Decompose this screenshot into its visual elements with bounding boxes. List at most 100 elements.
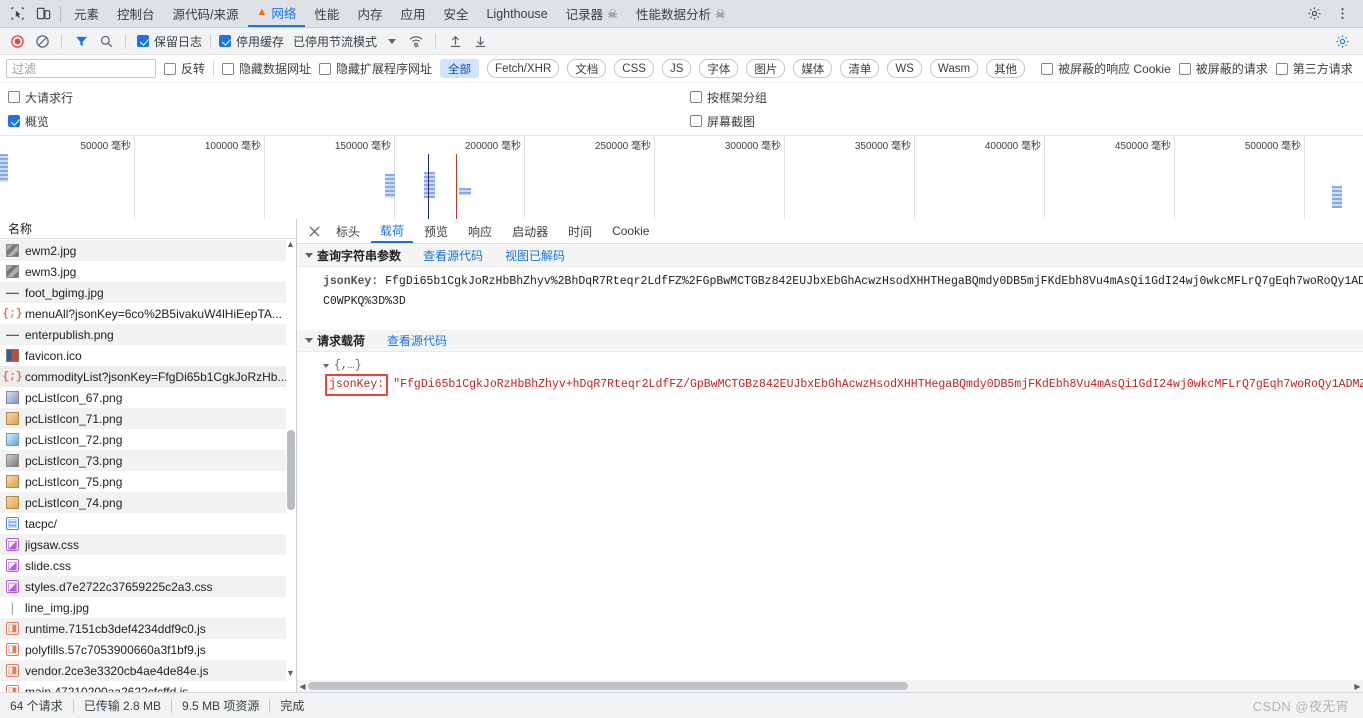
request-row[interactable]: pcListIcon_71.png	[0, 408, 296, 429]
tab-memory[interactable]: 内存	[348, 0, 391, 27]
network-overview-timeline[interactable]: 50000 毫秒 100000 毫秒 150000 毫秒 200000 毫秒 25000…	[0, 136, 1363, 220]
tab-elements[interactable]: 元素	[65, 0, 108, 27]
screenshots-checkbox[interactable]: 屏幕截图	[690, 113, 755, 130]
scrollbar-thumb[interactable]	[287, 430, 295, 510]
tab-performance[interactable]: 性能	[305, 0, 348, 27]
request-row[interactable]: {;} menuAll?jsonKey=6co%2B5ivakuW4lHiEepT…	[0, 303, 296, 324]
filter-input[interactable]	[6, 59, 156, 78]
request-payload-section-header[interactable]: 请求载荷 查看源代码	[297, 330, 1363, 352]
tab-cookies[interactable]: Cookie	[603, 219, 658, 243]
request-row[interactable]: pcListIcon_72.png	[0, 429, 296, 450]
type-filter-css[interactable]: CSS	[614, 59, 654, 78]
request-row[interactable]: ◪ jigsaw.css	[0, 534, 296, 555]
tab-sources[interactable]: 源代码/来源	[164, 0, 248, 27]
more-vertical-icon[interactable]	[1329, 1, 1355, 27]
type-filter-fetch-xhr[interactable]: Fetch/XHR	[487, 59, 560, 78]
view-source-link[interactable]: 查看源代码	[423, 247, 483, 264]
funnel-filter-icon[interactable]	[70, 30, 92, 52]
search-icon[interactable]	[95, 30, 117, 52]
payload-object-root[interactable]: {,…}	[297, 352, 1363, 374]
blocked-response-cookies-checkbox[interactable]: 被屏蔽的响应 Cookie	[1041, 60, 1171, 77]
type-filter-js[interactable]: JS	[661, 59, 692, 78]
request-row[interactable]: — foot_bgimg.jpg	[0, 282, 296, 303]
request-row[interactable]: pcListIcon_67.png	[0, 387, 296, 408]
invert-checkbox[interactable]: 反转	[164, 60, 205, 77]
third-party-requests-checkbox[interactable]: 第三方请求	[1275, 60, 1353, 77]
type-filter-other[interactable]: 其他	[986, 59, 1026, 78]
clear-network-icon[interactable]	[31, 30, 53, 52]
request-row[interactable]: | line_img.jpg	[0, 597, 296, 618]
tab-security[interactable]: 安全	[434, 0, 477, 27]
request-row[interactable]: ◨ main.47210200aa2622cfcffd.js	[0, 681, 296, 692]
group-by-frame-checkbox[interactable]: 按框架分组	[690, 89, 767, 106]
details-horizontal-scrollbar[interactable]: ◀ ▶	[297, 680, 1363, 692]
tab-payload[interactable]: 载荷	[371, 219, 414, 243]
request-row[interactable]: ewm3.jpg	[0, 261, 296, 282]
chevron-down-icon[interactable]	[323, 363, 329, 368]
request-row[interactable]: ◪ slide.css	[0, 555, 296, 576]
request-row[interactable]: pcListIcon_74.png	[0, 492, 296, 513]
tab-lighthouse[interactable]: Lighthouse	[477, 0, 556, 27]
request-row[interactable]: ◨ polyfills.57c7053900660a3f1bf9.js	[0, 639, 296, 660]
type-filter-all[interactable]: 全部	[440, 59, 480, 78]
tab-network[interactable]: ▲ 网络	[247, 0, 306, 27]
type-filter-ws[interactable]: WS	[887, 59, 922, 78]
device-toolbar-icon[interactable]	[30, 1, 56, 27]
type-filter-wasm[interactable]: Wasm	[929, 59, 979, 78]
tab-timing[interactable]: 时间	[559, 219, 601, 243]
overview-checkbox[interactable]: 概览	[8, 113, 49, 130]
disable-cache-checkbox[interactable]: 停用缓存	[219, 33, 284, 50]
scroll-left-arrow[interactable]: ◀	[297, 682, 308, 691]
inspect-element-icon[interactable]	[4, 1, 30, 27]
gear-icon[interactable]	[1301, 1, 1327, 27]
request-row[interactable]: pcListIcon_73.png	[0, 450, 296, 471]
chevron-down-icon[interactable]	[305, 338, 313, 343]
tab-preview[interactable]: 预览	[415, 219, 457, 243]
request-row[interactable]: — enterpublish.png	[0, 324, 296, 345]
tab-initiator[interactable]: 启动器	[503, 219, 557, 243]
hscroll-thumb[interactable]	[308, 682, 908, 690]
request-row[interactable]: {;} commodityList?jsonKey=FfgDi65b1CgkJoR…	[0, 366, 296, 387]
tab-recorder[interactable]: 记录器 ☠	[557, 0, 627, 27]
chevron-down-icon[interactable]	[388, 38, 397, 44]
hide-data-urls-checkbox[interactable]: 隐藏数据网址	[222, 60, 311, 77]
hide-extension-urls-checkbox[interactable]: 隐藏扩展程序网址	[319, 60, 432, 77]
request-row[interactable]: ◨ vendor.2ce3e3320cb4ae4de84e.js	[0, 660, 296, 681]
request-row[interactable]: ◪ styles.d7e2722c37659225c2a3.css	[0, 576, 296, 597]
record-stop-icon[interactable]	[6, 30, 28, 52]
request-list-scrollbar[interactable]: ▲ ▼	[286, 240, 296, 692]
request-row[interactable]: pcListIcon_75.png	[0, 471, 296, 492]
view-decoded-link[interactable]: 视图已解码	[505, 247, 565, 264]
close-icon[interactable]	[303, 220, 325, 242]
scroll-up-arrow[interactable]: ▲	[286, 240, 295, 249]
query-string-section-header[interactable]: 查询字符串参数 查看源代码 视图已解码	[297, 245, 1363, 267]
preserve-log-checkbox[interactable]: 保留日志	[137, 33, 202, 50]
request-row[interactable]: ◨ runtime.7151cb3def4234ddf9c0.js	[0, 618, 296, 639]
scroll-right-arrow[interactable]: ▶	[1352, 682, 1363, 691]
tab-application[interactable]: 应用	[391, 0, 434, 27]
payload-view-source-link[interactable]: 查看源代码	[387, 332, 447, 349]
tab-headers[interactable]: 标头	[327, 219, 369, 243]
request-list-header[interactable]: 名称	[0, 219, 296, 239]
type-filter-media[interactable]: 媒体	[793, 59, 833, 78]
network-settings-gear-icon[interactable]	[1331, 30, 1353, 52]
request-row[interactable]: ewm2.jpg	[0, 240, 296, 261]
scroll-down-arrow[interactable]: ▼	[286, 669, 295, 678]
type-filter-manifest[interactable]: 清单	[840, 59, 880, 78]
request-row[interactable]: ▤ tacpc/	[0, 513, 296, 534]
blocked-requests-checkbox[interactable]: 被屏蔽的请求	[1178, 60, 1268, 77]
request-row[interactable]: favicon.ico	[0, 345, 296, 366]
hscroll-track[interactable]	[308, 680, 1352, 692]
throttling-select-label[interactable]: 已停用节流模式	[293, 33, 377, 50]
big-request-rows-checkbox[interactable]: 大请求行	[8, 89, 73, 106]
tab-performance-insights[interactable]: 性能数据分析 ☠	[627, 0, 735, 27]
tab-console[interactable]: 控制台	[108, 0, 164, 27]
type-filter-font[interactable]: 字体	[699, 59, 739, 78]
type-filter-doc[interactable]: 文档	[567, 59, 607, 78]
chevron-down-icon[interactable]	[305, 253, 313, 258]
tab-response[interactable]: 响应	[459, 219, 501, 243]
export-har-icon[interactable]	[469, 30, 491, 52]
network-conditions-icon[interactable]	[405, 30, 427, 52]
type-filter-img[interactable]: 图片	[746, 59, 786, 78]
import-har-icon[interactable]	[444, 30, 466, 52]
